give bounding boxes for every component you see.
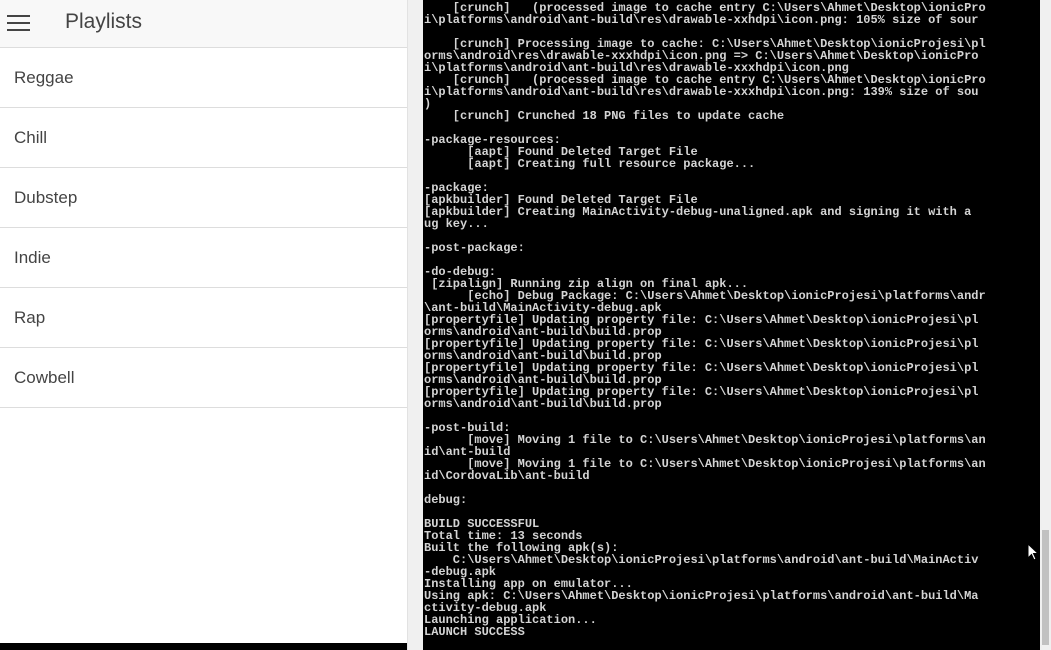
console-line: orms\android\ant-build\build.prop [424,397,662,411]
console-output: [crunch] (processed image to cache entry… [424,2,986,638]
console-line: i\platforms\android\ant-build\res\drawab… [424,85,979,99]
scrollbar-thumb[interactable] [1042,530,1049,645]
console-window[interactable]: [crunch] (processed image to cache entry… [423,0,1040,650]
console-line: debug: [424,493,468,507]
console-line: [aapt] Creating full resource package... [424,157,756,171]
app-header: Playlists [0,0,407,48]
console-line: LAUNCH SUCCESS [424,625,525,639]
page-title: Playlists [65,10,143,33]
menu-line [7,15,30,17]
ionic-playlists-app: Playlists Reggae Chill Dubstep Indie Rap… [0,0,407,650]
menu-line [7,29,30,31]
mouse-pointer-icon [1027,543,1039,561]
window-divider [407,0,423,650]
list-item-chill[interactable]: Chill [0,108,407,168]
hamburger-menu-icon[interactable] [0,0,40,47]
console-line: i\platforms\android\ant-build\res\drawab… [424,13,979,27]
list-item-dubstep[interactable]: Dubstep [0,168,407,228]
emulator-bottom-bar [0,643,407,650]
console-scrollbar[interactable] [1040,0,1051,650]
console-line: [crunch] Crunched 18 PNG files to update… [424,109,785,123]
list-item-indie[interactable]: Indie [0,228,407,288]
console-line: C:\Users\Ahmet\Desktop\ionicProjesi\plat… [424,553,979,567]
menu-line [7,22,30,24]
list-item-reggae[interactable]: Reggae [0,48,407,108]
list-item-rap[interactable]: Rap [0,288,407,348]
console-line: [apkbuilder] Creating MainActivity-debug… [424,205,972,219]
console-line: id\CordovaLib\ant-build [424,469,590,483]
console-line: -post-package: [424,241,525,255]
list-item-cowbell[interactable]: Cowbell [0,348,407,408]
console-line: ug key... [424,217,489,231]
playlist-list: Reggae Chill Dubstep Indie Rap Cowbell [0,48,407,408]
